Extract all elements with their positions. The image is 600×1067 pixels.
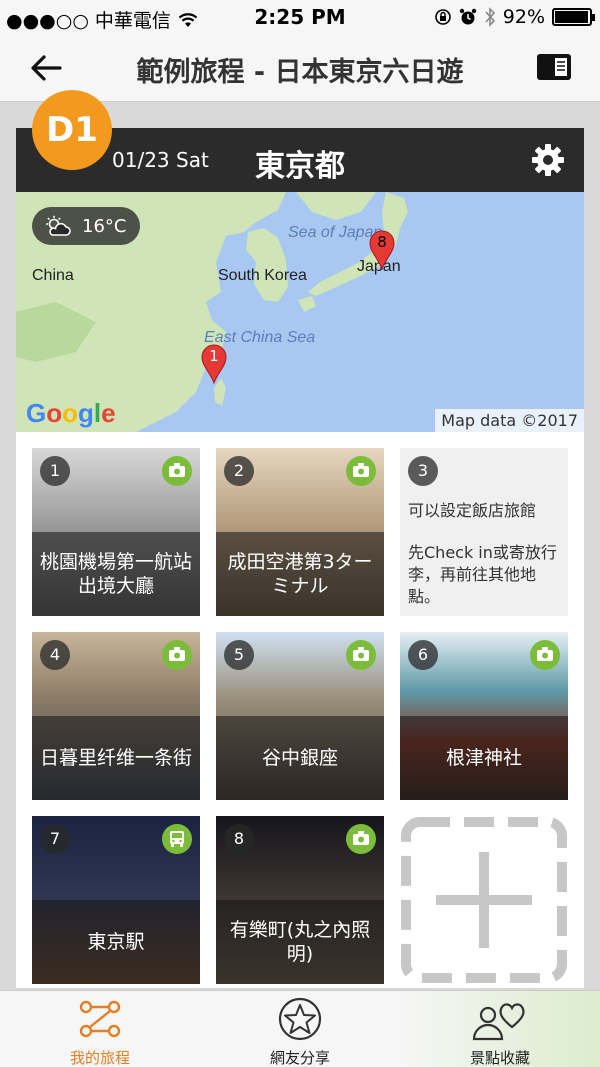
spot-number: 4 xyxy=(40,640,70,670)
bus-icon xyxy=(170,831,184,847)
spot-caption: 有樂町(丸之內照明) xyxy=(216,900,384,984)
spot-number: 7 xyxy=(40,824,70,854)
weather-temp: 16°C xyxy=(82,215,127,237)
tab-shared[interactable]: 網友分享 xyxy=(200,991,400,1067)
spot-number: 2 xyxy=(224,456,254,486)
spot-tile[interactable]: 5 谷中銀座 xyxy=(216,632,384,800)
camera-icon xyxy=(353,831,369,845)
hotel-note-body: 先Check in或寄放行李，再前往其他地點。 xyxy=(408,543,557,606)
tab-shared-label: 網友分享 xyxy=(269,1049,330,1067)
spot-tile[interactable]: 4 日暮里纤维一条街 xyxy=(32,632,200,800)
photo-badge xyxy=(162,640,192,670)
day-badge: D1 xyxy=(32,90,112,170)
add-icon xyxy=(401,817,567,983)
spot-number: 6 xyxy=(408,640,438,670)
spot-tile[interactable]: 2 成田空港第3ターミナル xyxy=(216,448,384,616)
tab-my-trips-label: 我的旅程 xyxy=(69,1049,130,1067)
photo-badge xyxy=(162,456,192,486)
map-pin-label: 1 xyxy=(209,347,219,365)
weather-badge: 16°C xyxy=(32,207,141,245)
day-settings-button[interactable] xyxy=(530,142,566,178)
spot-caption: 桃園機場第一航站出境大廳 xyxy=(32,532,200,616)
map-pin[interactable]: 1 xyxy=(200,344,228,385)
nav-bar: 範例旅程 - 日本東京六日遊 xyxy=(0,34,600,102)
spot-number: 8 xyxy=(224,824,254,854)
photo-badge xyxy=(346,456,376,486)
route-icon xyxy=(79,1000,121,1038)
spot-caption: 根津神社 xyxy=(400,716,568,800)
camera-icon xyxy=(353,647,369,661)
camera-icon xyxy=(169,463,185,477)
partly-sunny-icon xyxy=(46,215,71,236)
camera-icon xyxy=(169,647,185,661)
side-panel-icon xyxy=(537,54,571,80)
star-icon xyxy=(278,997,322,1041)
page-title: 範例旅程 - 日本東京六日遊 xyxy=(136,57,464,88)
spot-caption: 谷中銀座 xyxy=(216,716,384,800)
spot-tile[interactable]: 7 東京駅 xyxy=(32,816,200,984)
spot-tile[interactable]: 6 根津神社 xyxy=(400,632,568,800)
spot-tile[interactable]: 8 有樂町(丸之內照明) xyxy=(216,816,384,984)
google-logo: Google xyxy=(26,398,116,428)
tab-bar: 我的旅程 網友分享 景點收藏 xyxy=(0,990,600,1067)
map-label-china: China xyxy=(32,267,74,284)
rotation-lock-icon xyxy=(434,9,451,25)
spot-caption: 日暮里纤维一条街 xyxy=(32,716,200,800)
camera-icon xyxy=(353,463,369,477)
tab-my-trips[interactable]: 我的旅程 xyxy=(0,991,200,1067)
hotel-note-tile[interactable]: 3 可以設定飯店旅館 先Check in或寄放行李，再前往其他地點。 xyxy=(400,448,568,616)
tab-favorites[interactable]: 景點收藏 xyxy=(400,991,600,1067)
transit-badge xyxy=(162,824,192,854)
map-pin[interactable]: 8 xyxy=(368,230,396,271)
photo-badge xyxy=(530,640,560,670)
person-heart-icon xyxy=(472,1003,525,1041)
spot-number: 3 xyxy=(408,456,438,486)
spot-caption: 東京駅 xyxy=(32,900,200,984)
hotel-note-text: 可以設定飯店旅館 先Check in或寄放行李，再前往其他地點。 xyxy=(408,500,562,608)
side-panel-button[interactable] xyxy=(536,53,572,81)
hotel-note-title: 可以設定飯店旅館 xyxy=(408,501,537,520)
alarm-icon xyxy=(459,8,476,25)
spot-caption: 成田空港第3ターミナル xyxy=(216,532,384,616)
battery-percent: 92% xyxy=(502,6,545,28)
spot-tile[interactable]: 1 桃園機場第一航站出境大廳 xyxy=(32,448,200,616)
battery-icon xyxy=(552,8,595,26)
spot-number: 1 xyxy=(40,456,70,486)
photo-badge xyxy=(346,640,376,670)
gear-icon xyxy=(532,144,564,176)
map-pin-label: 8 xyxy=(377,233,387,251)
add-spot-button[interactable] xyxy=(400,816,568,984)
camera-icon xyxy=(537,647,553,661)
day-card: 01/23 Sat 東京都 16°C China South Korea Sea… xyxy=(16,128,584,988)
day-map[interactable]: 16°C China South Korea Sea of Japan Japa… xyxy=(16,192,584,432)
spot-number: 5 xyxy=(224,640,254,670)
photo-badge xyxy=(346,824,376,854)
status-right: 92% xyxy=(434,6,595,28)
map-label-south-korea: South Korea xyxy=(218,267,307,284)
status-bar: ●●●○○ 中華電信 2:25 PM 92% xyxy=(0,0,600,34)
map-attribution: Map data ©2017 xyxy=(435,409,584,432)
tab-favorites-label: 景點收藏 xyxy=(469,1049,530,1067)
bluetooth-icon xyxy=(485,7,495,27)
